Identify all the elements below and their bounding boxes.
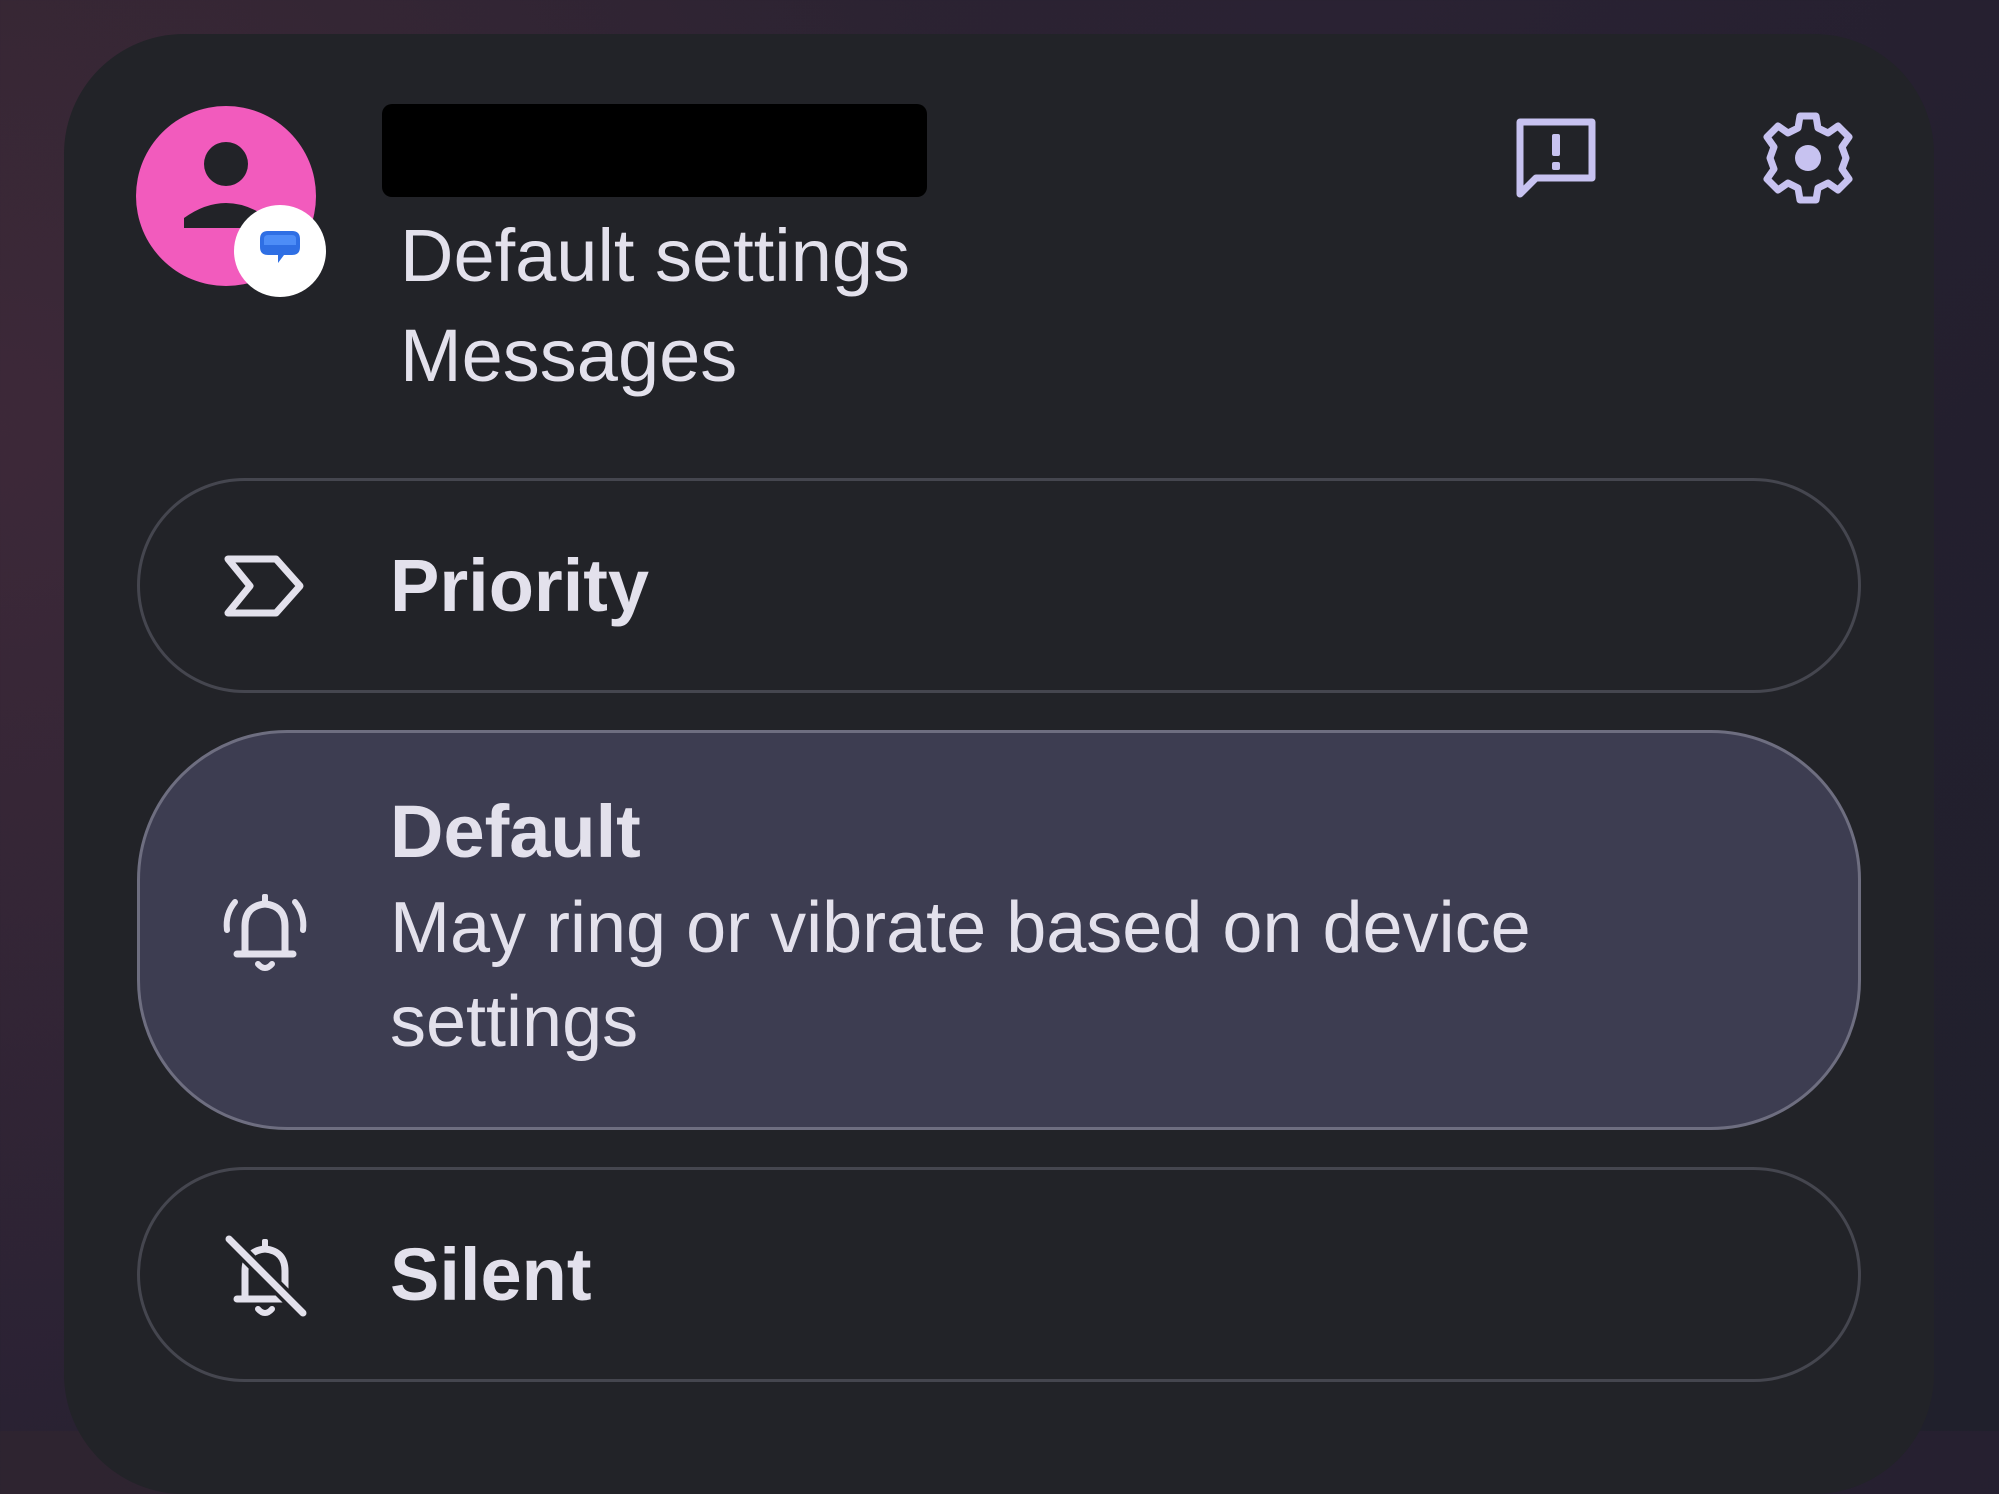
default-label: Default — [390, 790, 641, 873]
contact-name-redacted — [382, 104, 927, 197]
feedback-button[interactable] — [1501, 103, 1611, 213]
priority-label-icon — [210, 531, 320, 641]
gear-icon — [1763, 112, 1853, 204]
bell-ring-icon — [210, 875, 320, 985]
bell-off-icon — [210, 1220, 320, 1330]
priority-label: Priority — [390, 544, 650, 627]
silent-label: Silent — [390, 1233, 592, 1316]
default-description: May ring or vibrate based on device sett… — [390, 888, 1531, 1062]
feedback-icon — [1516, 118, 1596, 198]
messages-app-icon — [260, 231, 300, 263]
app-name: Messages — [400, 314, 738, 397]
channel-name: Default settings — [400, 214, 911, 297]
settings-button[interactable] — [1753, 103, 1863, 213]
priority-option[interactable]: Priority — [137, 478, 1861, 693]
messages-app-badge — [234, 205, 326, 297]
default-option[interactable]: Default May ring or vibrate based on dev… — [137, 730, 1861, 1130]
silent-option[interactable]: Silent — [137, 1167, 1861, 1382]
